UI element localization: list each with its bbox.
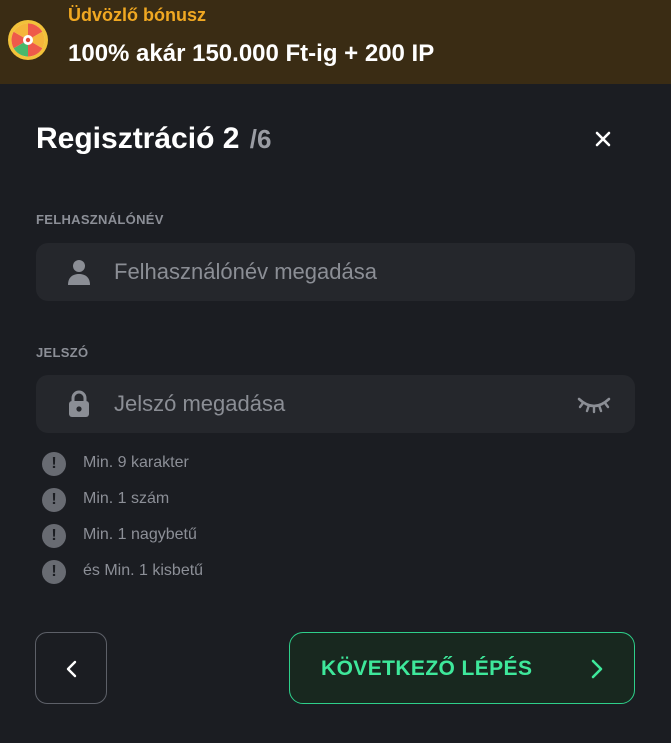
lock-icon: [69, 390, 89, 417]
close-icon[interactable]: [588, 124, 618, 154]
back-button[interactable]: [35, 632, 107, 704]
exclamation-icon: !: [42, 560, 66, 584]
step-counter: /6: [249, 124, 272, 154]
user-icon: [68, 260, 90, 285]
exclamation-icon: !: [42, 524, 66, 548]
banner-title: 100% akár 150.000 Ft-ig + 200 IP: [68, 40, 435, 67]
page-title: Regisztráció 2 /6: [36, 122, 271, 156]
next-step-button[interactable]: KÖVETKEZŐ LÉPÉS: [289, 632, 635, 704]
password-field[interactable]: [36, 375, 635, 433]
form-title: Regisztráció 2: [36, 122, 240, 155]
next-step-label: KÖVETKEZŐ LÉPÉS: [321, 657, 533, 680]
chevron-right-icon: [591, 659, 603, 679]
requirement-text: Min. 9 karakter: [83, 454, 189, 471]
password-label: JELSZÓ: [36, 345, 89, 360]
banner-subtitle: Üdvözlő bónusz: [68, 5, 206, 25]
username-label: FELHASZNÁLÓNÉV: [36, 212, 164, 227]
requirement-text: és Min. 1 kisbetű: [83, 562, 204, 579]
exclamation-icon: !: [42, 488, 66, 512]
password-input[interactable]: [114, 375, 594, 433]
requirement-text: Min. 1 szám: [83, 490, 170, 507]
requirement-text: Min. 1 nagybetű: [83, 526, 197, 543]
welcome-bonus-banner[interactable]: Üdvözlő bónusz 100% akár 150.000 Ft-ig +…: [0, 0, 671, 84]
eye-closed-icon[interactable]: [577, 394, 611, 416]
username-field[interactable]: [36, 243, 635, 301]
chevron-left-icon: [66, 660, 77, 678]
prize-wheel-icon: [8, 20, 48, 60]
username-input[interactable]: [114, 243, 594, 301]
exclamation-icon: !: [42, 452, 66, 476]
